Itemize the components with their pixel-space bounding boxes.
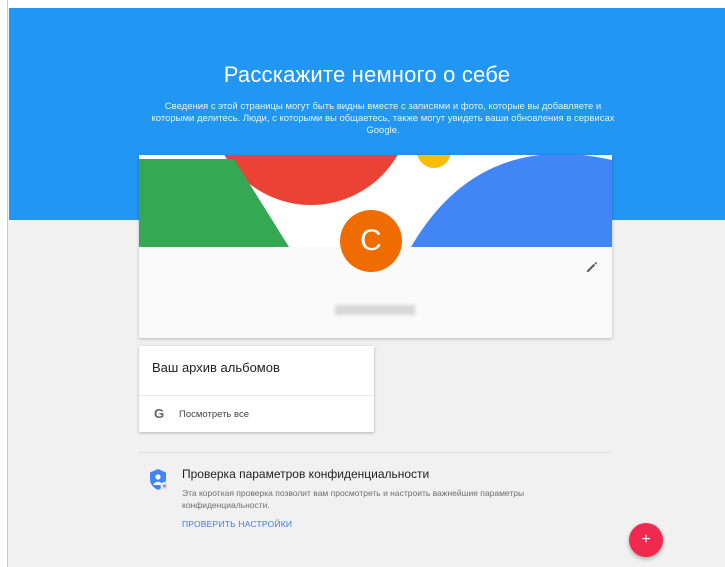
- divider: [139, 395, 374, 396]
- check-settings-link[interactable]: ПРОВЕРИТЬ НАСТРОЙКИ: [182, 519, 292, 529]
- albums-title: Ваш архив альбомов: [152, 360, 280, 375]
- albums-card: Ваш архив альбомов G Посмотреть все: [139, 346, 374, 432]
- window-left-border: [0, 0, 8, 567]
- privacy-check-title: Проверка параметров конфиденциальности: [182, 467, 430, 481]
- pencil-icon[interactable]: [584, 259, 600, 275]
- avatar[interactable]: C: [340, 210, 402, 272]
- profile-card: C: [139, 155, 612, 338]
- section-divider: [139, 452, 612, 453]
- page-title: Расскажите немного о себе: [223, 62, 511, 87]
- plus-icon: +: [641, 531, 651, 548]
- page-description: Сведения с этой страницы могут быть видн…: [151, 101, 615, 136]
- profile-name-blurred: [335, 305, 415, 315]
- window-top-border: [0, 0, 725, 8]
- privacy-check-description: Эта короткая проверка позволит вам просм…: [182, 488, 525, 510]
- shield-icon: [148, 468, 170, 492]
- add-button[interactable]: +: [629, 523, 663, 557]
- google-g-icon: G: [154, 406, 165, 421]
- view-all-link[interactable]: Посмотреть все: [179, 409, 249, 420]
